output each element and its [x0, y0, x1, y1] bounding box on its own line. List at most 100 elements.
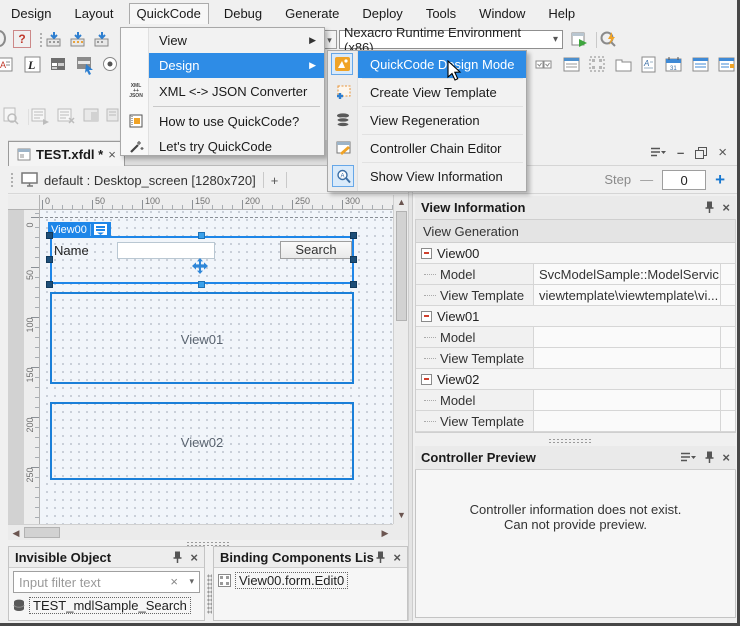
- collapse-icon[interactable]: [421, 248, 432, 259]
- collapse-icon[interactable]: [421, 311, 432, 322]
- splitter-grip[interactable]: [207, 574, 212, 614]
- restore-icon[interactable]: [695, 147, 707, 159]
- add-screen-button[interactable]: +: [271, 173, 279, 188]
- pin-icon[interactable]: [703, 451, 715, 464]
- resize-handle[interactable]: [198, 281, 205, 288]
- menu-lines-icon[interactable]: [681, 452, 696, 463]
- listbox-icon[interactable]: [563, 56, 581, 74]
- menu-item-xml-json-converter[interactable]: XML ++ JSON XML <-> JSON Converter: [121, 78, 324, 104]
- menu-help[interactable]: Help: [540, 3, 583, 24]
- menu-window[interactable]: Window: [471, 3, 533, 24]
- resize-handle[interactable]: [350, 256, 357, 263]
- menu-item-how-to-use[interactable]: How to use QuickCode?: [121, 109, 324, 134]
- view-template-tag-icon[interactable]: [94, 224, 108, 236]
- runtime-environment-combo[interactable]: Nexacro Runtime Environment (x86) ▾: [339, 30, 563, 49]
- textarea-icon[interactable]: A: [640, 56, 658, 74]
- template-row[interactable]: View Template: [416, 411, 735, 432]
- chevron-down-icon[interactable]: ▾: [553, 34, 558, 45]
- checkbox-pair-icon[interactable]: [535, 56, 553, 74]
- step-decrement-button[interactable]: —: [640, 172, 653, 187]
- form-canvas[interactable]: View00 Name Search View01: [40, 210, 393, 524]
- close-icon[interactable]: ×: [190, 550, 198, 565]
- right-dock-splitter[interactable]: [413, 436, 737, 445]
- static-text-icon[interactable]: L: [24, 56, 42, 74]
- model-row[interactable]: Model: [416, 327, 735, 348]
- panel-icon[interactable]: [83, 107, 101, 125]
- splitter-grip[interactable]: [548, 438, 592, 443]
- import-grid-icon[interactable]: [45, 31, 63, 49]
- menu-lines-icon[interactable]: [651, 147, 666, 158]
- template-row[interactable]: View Template viewtemplate\viewtemplate\…: [416, 285, 735, 306]
- step-value-input[interactable]: 0: [662, 170, 706, 190]
- canvas-vscrollbar[interactable]: ▲ ▼: [393, 195, 408, 524]
- resize-handle[interactable]: [350, 232, 357, 239]
- template-row[interactable]: View Template: [416, 348, 735, 369]
- help-question-icon[interactable]: ?: [13, 30, 31, 48]
- close-icon[interactable]: ×: [718, 144, 727, 161]
- pin-icon[interactable]: [703, 201, 715, 214]
- launch-run-icon[interactable]: [571, 31, 589, 49]
- menu-item-view[interactable]: View ▶: [121, 28, 324, 53]
- list-forward-icon[interactable]: [31, 107, 51, 125]
- step-increment-button[interactable]: +: [715, 170, 725, 190]
- menu-layout[interactable]: Layout: [66, 3, 121, 24]
- selection-area-icon[interactable]: [589, 56, 607, 74]
- grid-select-icon[interactable]: [76, 56, 96, 75]
- view02-container[interactable]: View02: [50, 402, 354, 480]
- pin-icon[interactable]: [171, 551, 183, 564]
- half-panel-icon[interactable]: [106, 107, 120, 125]
- scroll-down-icon[interactable]: ▼: [394, 509, 409, 522]
- group-row-view02[interactable]: View02: [416, 369, 735, 390]
- minimize-icon[interactable]: –: [677, 145, 684, 160]
- view00-container[interactable]: Name Search: [50, 236, 354, 284]
- toolbar-grip[interactable]: [10, 172, 14, 188]
- close-icon[interactable]: ×: [722, 200, 730, 215]
- scroll-left-icon[interactable]: ◀: [10, 527, 22, 540]
- tab-test-xfdl[interactable]: TEST.xfdl * ×: [8, 141, 125, 166]
- move-crosshair-icon[interactable]: [190, 258, 210, 274]
- bottom-panels-splitter[interactable]: [205, 546, 213, 621]
- quick-search-icon[interactable]: [599, 30, 619, 50]
- menu-item-lets-try[interactable]: Let's try QuickCode: [121, 134, 324, 159]
- search-button[interactable]: Search: [280, 241, 352, 259]
- radio-button-icon[interactable]: [102, 56, 120, 74]
- invisible-object-item[interactable]: TEST_mdlSample_Search: [9, 593, 204, 614]
- frame-icon[interactable]: [615, 56, 633, 74]
- scroll-right-icon[interactable]: ▶: [379, 527, 391, 540]
- hscroll-thumb[interactable]: [24, 527, 60, 538]
- resize-handle[interactable]: [350, 281, 357, 288]
- calendar-icon[interactable]: 31: [665, 56, 683, 74]
- resize-handle[interactable]: [46, 256, 53, 263]
- vscroll-thumb[interactable]: [396, 211, 407, 321]
- menu-item-show-view-information[interactable]: A Show View Information: [328, 163, 526, 190]
- menu-tools[interactable]: Tools: [418, 3, 464, 24]
- scroll-up-icon[interactable]: ▲: [394, 196, 409, 209]
- menu-generate[interactable]: Generate: [277, 3, 347, 24]
- resize-handle[interactable]: [46, 232, 53, 239]
- pin-icon[interactable]: [374, 551, 386, 564]
- model-row[interactable]: Model: [416, 390, 735, 411]
- filter-dropdown-icon[interactable]: ▾: [189, 576, 194, 587]
- menu-item-design[interactable]: Design ▶: [149, 53, 324, 78]
- menu-debug[interactable]: Debug: [216, 3, 270, 24]
- model-row[interactable]: Model SvcModelSample::ModelServic...: [416, 264, 735, 285]
- list-remove-icon[interactable]: [57, 107, 77, 125]
- menu-design[interactable]: Design: [3, 3, 59, 24]
- clear-filter-icon[interactable]: ×: [170, 574, 178, 589]
- screen-selector[interactable]: default : Desktop_screen [1280x720]: [44, 173, 256, 188]
- menu-item-controller-chain-editor[interactable]: Controller Chain Editor: [328, 135, 526, 162]
- import-grid-colored-icon[interactable]: [69, 31, 87, 49]
- textdoc-icon[interactable]: A: [0, 56, 14, 74]
- menu-item-view-regeneration[interactable]: View Regeneration: [328, 107, 526, 134]
- collapse-icon[interactable]: [421, 374, 432, 385]
- grid-component-icon[interactable]: [50, 56, 68, 74]
- menu-quickcode[interactable]: QuickCode: [129, 3, 209, 24]
- canvas-hscrollbar[interactable]: ◀ ▶: [8, 524, 393, 540]
- listview-icon[interactable]: [692, 56, 710, 74]
- menu-item-quickcode-design-mode[interactable]: QuickCode Design Mode: [358, 51, 526, 78]
- preview-search-icon[interactable]: [2, 107, 20, 125]
- toolbar-grip[interactable]: [39, 32, 43, 48]
- resize-handle[interactable]: [46, 281, 53, 288]
- listview-edit-icon[interactable]: [718, 56, 736, 74]
- tab-close-icon[interactable]: ×: [108, 147, 116, 162]
